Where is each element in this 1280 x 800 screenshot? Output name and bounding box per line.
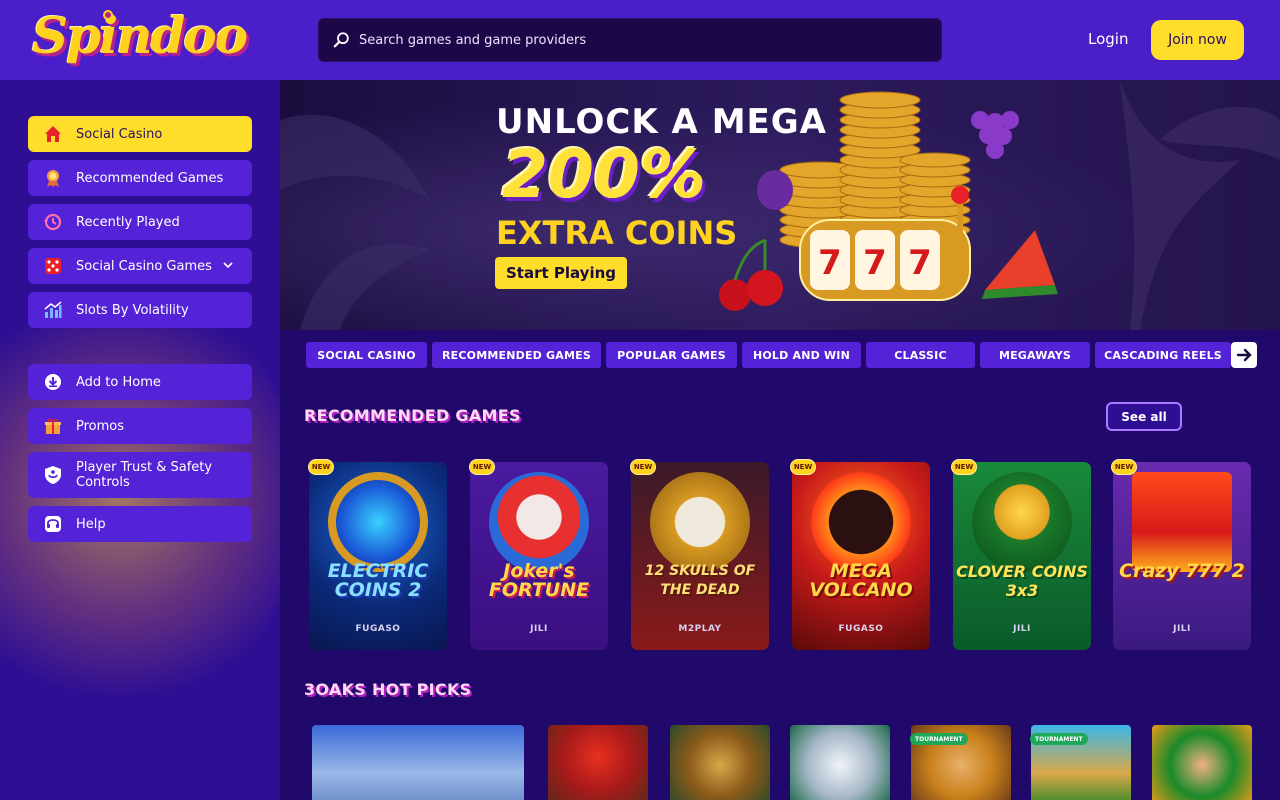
game-card-jokers-fortune[interactable]: Joker's FORTUNE JILI — [470, 462, 608, 650]
sidebar-item-label: Add to Home — [76, 374, 161, 390]
promo-banner[interactable]: UNLOCK A MEGA 200% EXTRA COINS Start Pla… — [280, 80, 1280, 330]
sidebar-item-label: Player Trust & Safety Controls — [76, 460, 213, 490]
game-provider: FUGASO — [355, 624, 401, 634]
headset-icon — [42, 513, 64, 535]
game-title: Crazy 777 2 — [1119, 560, 1245, 582]
new-badge: NEW — [951, 459, 977, 475]
sidebar-item-recommended-games[interactable]: Recommended Games — [28, 160, 252, 196]
game-title: Joker's FORTUNE — [488, 560, 590, 601]
sidebar-item-social-casino-games[interactable]: Social Casino Games — [28, 248, 252, 284]
sidebar-glow-decoration — [0, 280, 280, 720]
sidebar-item-promos[interactable]: Promos — [28, 408, 252, 444]
see-all-button[interactable]: See all — [1106, 402, 1182, 431]
new-badge: NEW — [1111, 459, 1137, 475]
award-ribbon-icon — [42, 167, 64, 189]
sidebar-item-player-trust-safety[interactable]: Player Trust & Safety Controls — [28, 452, 252, 498]
game-card-art — [1132, 472, 1232, 572]
chip-cascading-reels[interactable]: CASCADING REELS — [1095, 342, 1231, 368]
sidebar-item-label: Help — [76, 516, 106, 532]
game-card-art — [972, 472, 1072, 572]
game-title: ELECTRIC COINS 2 — [327, 560, 429, 601]
recommended-games-heading: RECOMMENDED GAMES — [304, 406, 521, 425]
game-card-mega-volcano[interactable]: MEGA VOLCANO FUGASO — [792, 462, 930, 650]
top-header: Spindoo Login Join now — [0, 0, 1280, 80]
search-bar[interactable] — [318, 18, 942, 62]
dice-icon — [42, 255, 64, 277]
sidebar-item-label: Promos — [76, 418, 125, 434]
history-clock-icon — [42, 211, 64, 233]
game-provider: M2PLAY — [678, 624, 722, 634]
house-icon — [42, 123, 64, 145]
chevron-down-icon[interactable] — [222, 259, 234, 271]
login-link[interactable]: Login — [1088, 30, 1128, 48]
game-provider: JILI — [1013, 624, 1031, 634]
game-provider: JILI — [1173, 624, 1191, 634]
sidebar-item-label: Slots By Volatility — [76, 302, 189, 318]
new-badge: NEW — [790, 459, 816, 475]
hot-pick-white-tiger[interactable] — [790, 725, 890, 800]
logo-dot-decoration — [103, 10, 113, 20]
banner-headline-bottom: EXTRA COINS — [496, 214, 738, 252]
chip-hold-and-win[interactable]: HOLD AND WIN — [742, 342, 861, 368]
game-title: 12 SKULLS OF THE DEAD — [644, 563, 756, 598]
new-badge: NEW — [308, 459, 334, 475]
sidebar-item-slots-by-volatility[interactable]: Slots By Volatility — [28, 292, 252, 328]
sidebar-item-social-casino[interactable]: Social Casino — [28, 116, 252, 152]
game-card-art — [489, 472, 589, 572]
start-playing-button[interactable]: Start Playing — [495, 257, 627, 289]
game-provider: FUGASO — [838, 624, 884, 634]
bar-chart-icon — [42, 299, 64, 321]
banner-headline-percent: 200% — [502, 136, 706, 213]
spindoo-logo[interactable]: Spindoo — [32, 6, 248, 65]
hot-pick-chili[interactable] — [548, 725, 648, 800]
search-icon — [333, 32, 349, 48]
sidebar-item-label: Social Casino Games — [76, 258, 212, 274]
join-now-button[interactable]: Join now — [1151, 20, 1244, 60]
game-card-electric-coins-2[interactable]: ELECTRIC COINS 2 FUGASO — [309, 462, 447, 650]
game-card-12-skulls[interactable]: 12 SKULLS OF THE DEAD M2PLAY — [631, 462, 769, 650]
hot-picks-heading: 3OAKS HOT PICKS — [304, 680, 472, 699]
sidebar-item-label: Social Casino — [76, 126, 163, 142]
game-card-art — [650, 472, 750, 572]
chip-recommended-games[interactable]: RECOMMENDED GAMES — [432, 342, 601, 368]
game-title: MEGA VOLCANO — [809, 560, 913, 601]
sidebar-item-add-to-home[interactable]: Add to Home — [28, 364, 252, 400]
chips-next-arrow-button[interactable] — [1231, 342, 1257, 368]
game-card-crazy-777-2[interactable]: Crazy 777 2 JILI — [1113, 462, 1251, 650]
download-icon — [42, 371, 64, 393]
chip-megaways[interactable]: MEGAWAYS — [980, 342, 1090, 368]
reel-seven: 7 — [908, 243, 932, 283]
game-card-art — [811, 472, 911, 572]
arrow-right-icon — [1236, 348, 1252, 362]
shield-hand-icon — [42, 464, 64, 486]
sidebar-item-help[interactable]: Help — [28, 506, 252, 542]
game-card-art — [328, 472, 428, 572]
tournament-badge: TOURNAMENT — [910, 733, 968, 745]
reel-seven: 7 — [818, 243, 842, 283]
sidebar-item-label: Recommended Games — [76, 170, 224, 186]
game-card-clover-coins[interactable]: CLOVER COINS 3x3 JILI — [953, 462, 1091, 650]
reel-seven: 7 — [863, 243, 887, 283]
hot-pick-wolf[interactable] — [312, 725, 524, 800]
chip-classic[interactable]: CLASSIC — [866, 342, 975, 368]
sidebar-item-label: Recently Played — [76, 214, 180, 230]
game-provider: JILI — [530, 624, 548, 634]
game-title: CLOVER COINS 3x3 — [956, 562, 1088, 600]
new-badge: NEW — [469, 459, 495, 475]
sidebar: Social Casino Recommended Games Recently… — [0, 80, 280, 800]
main-content: UNLOCK A MEGA 200% EXTRA COINS Start Pla… — [280, 80, 1280, 800]
chip-popular-games[interactable]: POPULAR GAMES — [606, 342, 737, 368]
sidebar-item-recently-played[interactable]: Recently Played — [28, 204, 252, 240]
gift-icon — [42, 415, 64, 437]
chip-social-casino[interactable]: SOCIAL CASINO — [306, 342, 427, 368]
slot-machine-illustration: 7 7 7 — [719, 91, 1058, 311]
category-chips: SOCIAL CASINO RECOMMENDED GAMES POPULAR … — [306, 342, 1231, 368]
new-badge: NEW — [630, 459, 656, 475]
hot-pick-aztec-queen[interactable] — [670, 725, 770, 800]
search-input[interactable] — [359, 32, 919, 48]
hot-pick-leprechaun[interactable] — [1152, 725, 1252, 800]
tournament-badge: TOURNAMENT — [1030, 733, 1088, 745]
